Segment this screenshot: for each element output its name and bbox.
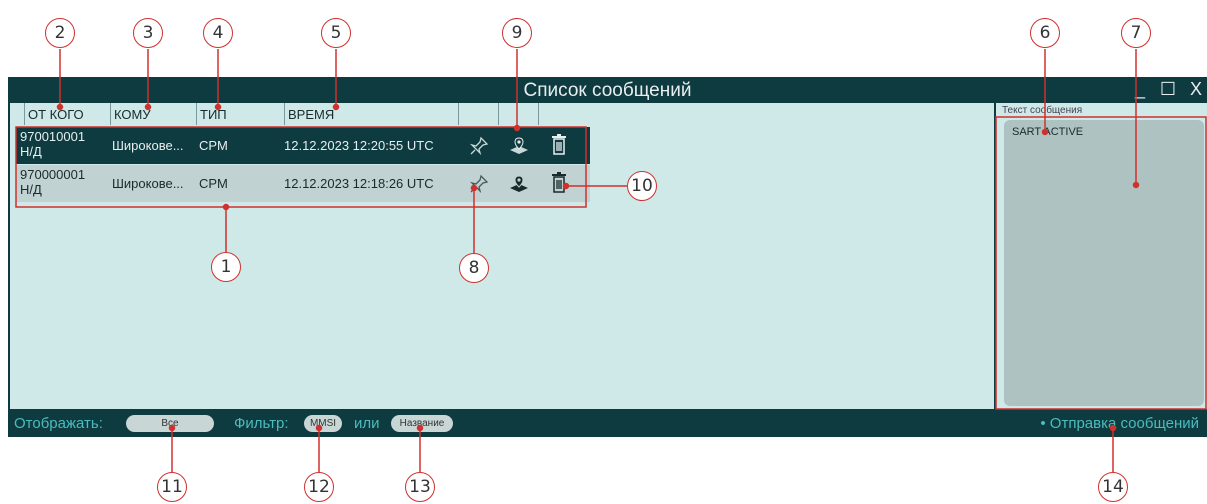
callout-13: 13 — [405, 472, 435, 502]
message-list-window: Список сообщений _ ☐ X ОТ КОГО КОМУ ТИП … — [8, 77, 1207, 437]
maximize-button[interactable]: ☐ — [1157, 79, 1179, 100]
message-row[interactable]: 970000001 Н/Д Широкове... CPM 12.12.2023… — [16, 165, 590, 202]
from-cell: 970000001 Н/Д — [20, 167, 85, 197]
pin-icon[interactable] — [468, 173, 490, 195]
message-text: SART ACTIVE — [1012, 126, 1084, 138]
callout-5: 5 — [321, 18, 351, 48]
column-header-end — [538, 103, 542, 125]
time-cell: 12.12.2023 12:20:55 UTC — [284, 138, 434, 153]
display-label: Отображать: — [14, 415, 103, 432]
column-header-pin — [458, 103, 498, 125]
column-header-map — [498, 103, 538, 125]
message-text-panel: Текст сообщения SART ACTIVE — [996, 103, 1207, 409]
window-controls: _ ☐ X — [1129, 79, 1207, 100]
delete-icon[interactable] — [548, 172, 570, 194]
callout-10: 10 — [627, 171, 657, 201]
name-filter-input[interactable]: Название — [391, 415, 453, 432]
show-on-map-icon[interactable] — [508, 173, 530, 195]
minimize-button[interactable]: _ — [1129, 79, 1151, 100]
delete-icon[interactable] — [548, 134, 570, 156]
column-headers: ОТ КОГО КОМУ ТИП ВРЕМЯ — [10, 103, 994, 125]
column-header-from[interactable]: ОТ КОГО — [24, 103, 110, 125]
callout-6: 6 — [1030, 18, 1060, 48]
callout-1: 1 — [211, 252, 241, 282]
message-list: ОТ КОГО КОМУ ТИП ВРЕМЯ 970010001 Н/Д Шир… — [10, 103, 994, 409]
message-row[interactable]: 970010001 Н/Д Широкове... CPM 12.12.2023… — [16, 127, 590, 164]
callout-9: 9 — [502, 18, 532, 48]
footer-bar: Отображать: Все Фильтр: MMSI или Названи… — [8, 409, 1207, 437]
from-name: Н/Д — [20, 182, 42, 197]
from-name: Н/Д — [20, 144, 42, 159]
callout-3: 3 — [133, 18, 163, 48]
column-header-time[interactable]: ВРЕМЯ — [284, 103, 458, 125]
window-title: Список сообщений — [523, 80, 692, 101]
display-filter-button[interactable]: Все — [126, 415, 214, 432]
time-cell: 12.12.2023 12:18:26 UTC — [284, 176, 434, 191]
column-header-type[interactable]: ТИП — [196, 103, 284, 125]
column-header-to[interactable]: КОМУ — [110, 103, 196, 125]
callout-14: 14 — [1098, 472, 1128, 502]
send-messages-link[interactable]: • Отправка сообщений — [1040, 415, 1199, 432]
callout-8: 8 — [459, 253, 489, 283]
from-cell: 970010001 Н/Д — [20, 129, 85, 159]
to-cell: Широкове... — [112, 176, 184, 191]
or-label: или — [354, 415, 380, 432]
message-text-box[interactable]: SART ACTIVE — [1004, 120, 1204, 406]
type-cell: CPM — [199, 176, 228, 191]
close-button[interactable]: X — [1185, 79, 1207, 100]
callout-12: 12 — [304, 472, 334, 502]
from-id: 970000001 — [20, 167, 86, 182]
message-text-label: Текст сообщения — [1002, 105, 1083, 116]
callout-4: 4 — [203, 18, 233, 48]
type-cell: CPM — [199, 138, 228, 153]
to-cell: Широкове... — [112, 138, 184, 153]
mmsi-filter-input[interactable]: MMSI — [304, 415, 342, 432]
callout-7: 7 — [1121, 18, 1151, 48]
filter-label: Фильтр: — [234, 415, 289, 432]
show-on-map-icon[interactable] — [508, 135, 530, 157]
callout-11: 11 — [157, 472, 187, 502]
pin-icon[interactable] — [468, 135, 490, 157]
callout-2: 2 — [45, 18, 75, 48]
from-id: 970010001 — [20, 129, 86, 144]
